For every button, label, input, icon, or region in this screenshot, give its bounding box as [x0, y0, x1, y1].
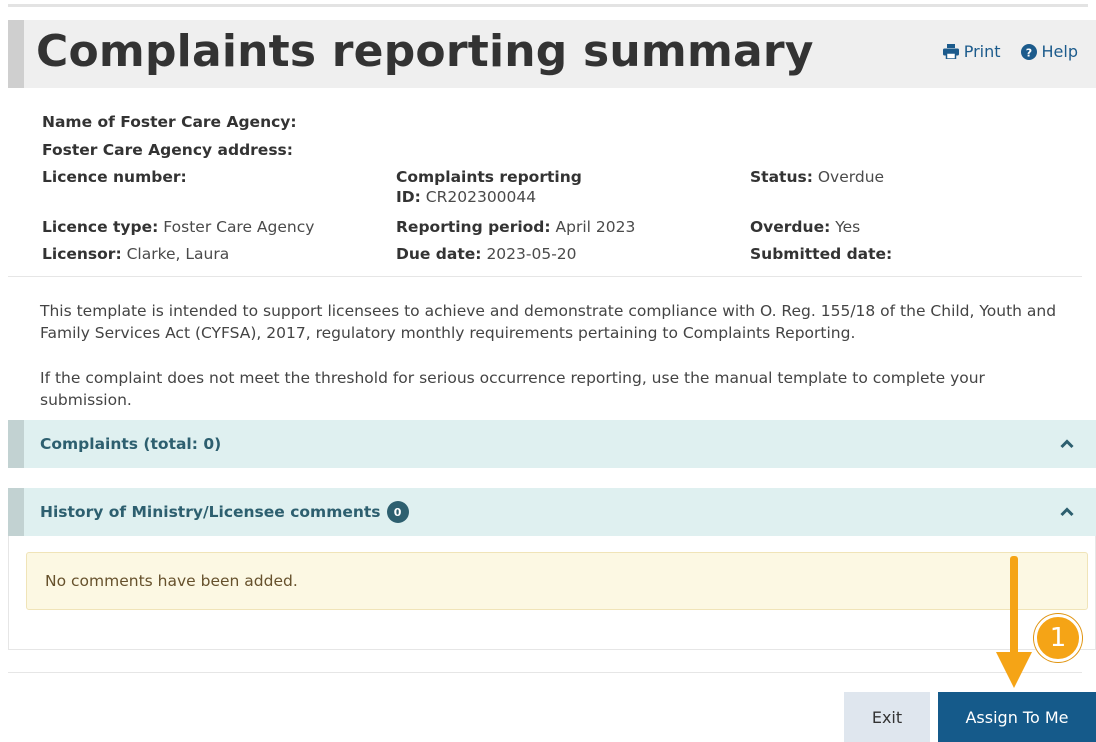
comment-count-badge: 0	[386, 501, 409, 523]
submitted-date-field: Submitted date:	[750, 245, 893, 263]
help-link[interactable]: ? Help	[1020, 42, 1078, 61]
complaints-id-field: Complaints reporting ID: CR202300044	[396, 168, 582, 207]
reporting-period-field: Reporting period: April 2023	[396, 218, 636, 236]
step-callout: 1	[1034, 614, 1082, 662]
complaints-id-value: CR202300044	[425, 188, 537, 207]
chevron-up-icon[interactable]	[1060, 439, 1074, 449]
top-rule	[8, 4, 1088, 7]
help-label: Help	[1041, 42, 1078, 61]
licence-type-field: Licence type: Foster Care Agency	[42, 218, 315, 236]
page-title: Complaints reporting summary	[36, 26, 814, 77]
history-panel-body: No comments have been added.	[8, 536, 1096, 650]
threshold-note: If the complaint does not meet the thres…	[40, 369, 985, 409]
history-panel-title: History of Ministry/Licensee comments 0	[40, 501, 409, 523]
due-date-field: Due date: 2023-05-20	[396, 245, 577, 263]
complaints-panel-header[interactable]: Complaints (total: 0)	[8, 420, 1096, 468]
page-header: Complaints reporting summary Print ? Hel…	[8, 20, 1096, 88]
chevron-up-icon[interactable]	[1060, 507, 1074, 517]
complaints-panel-title: Complaints (total: 0)	[40, 435, 222, 453]
agency-address-field: Foster Care Agency address:	[42, 141, 293, 159]
arrow-down-icon	[996, 556, 1032, 688]
licensor-field: Licensor: Clarke, Laura	[42, 245, 230, 263]
history-panel-label: History of Ministry/Licensee comments	[40, 503, 381, 521]
status-field: Status: Overdue	[750, 168, 885, 186]
info-divider	[8, 276, 1082, 277]
question-circle-icon: ?	[1020, 43, 1037, 60]
licence-number-field: Licence number:	[42, 168, 187, 186]
template-description: This template is intended to support lic…	[40, 302, 1057, 342]
history-panel-header[interactable]: History of Ministry/Licensee comments 0	[8, 488, 1096, 536]
print-label: Print	[963, 42, 1001, 61]
printer-icon	[942, 44, 959, 59]
no-comments-notice: No comments have been added.	[26, 552, 1088, 610]
print-link[interactable]: Print	[942, 42, 1001, 61]
status-value: Overdue	[817, 168, 885, 186]
footer-divider	[8, 672, 1082, 673]
assign-to-me-button[interactable]: Assign To Me	[938, 692, 1096, 742]
svg-text:?: ?	[1025, 46, 1031, 59]
header-links: Print ? Help	[942, 42, 1078, 61]
exit-button[interactable]: Exit	[844, 692, 930, 742]
agency-name-field: Name of Foster Care Agency:	[42, 113, 297, 131]
overdue-field: Overdue: Yes	[750, 218, 861, 236]
